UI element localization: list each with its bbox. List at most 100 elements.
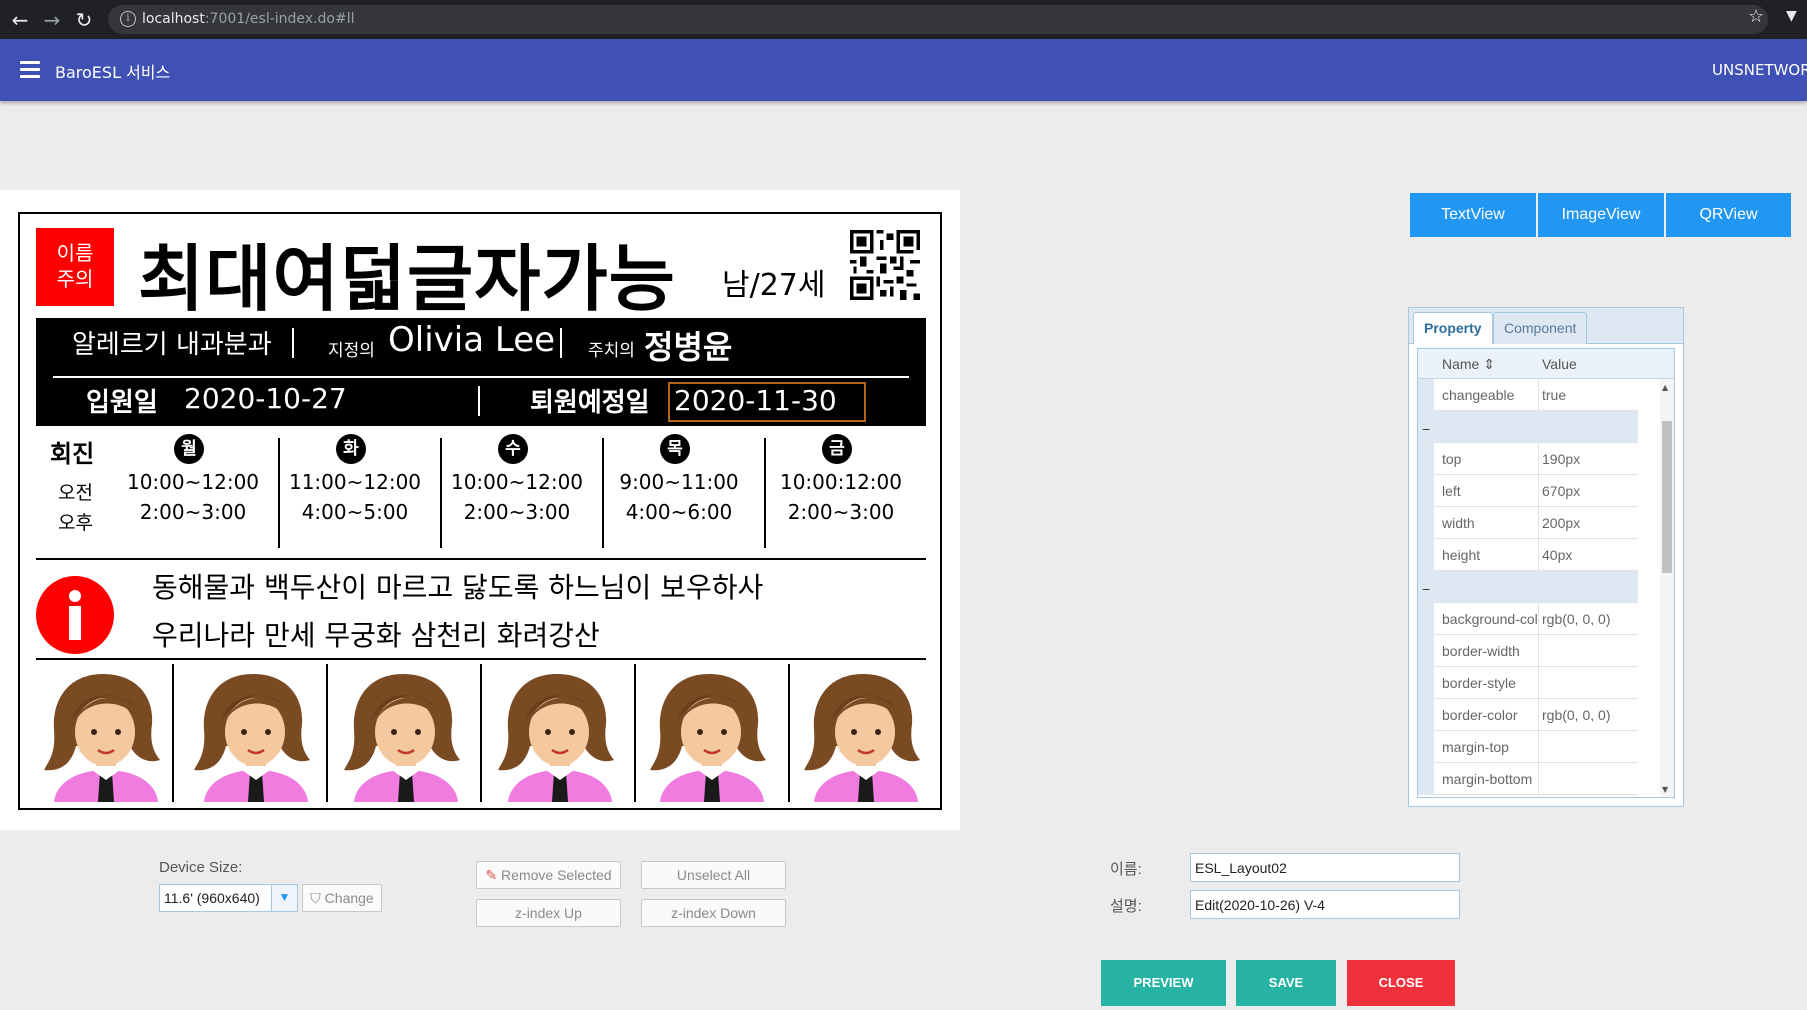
name-warning-badge[interactable]: 이름 주의 [36,228,114,306]
doctor-avatar[interactable] [188,666,318,802]
close-button[interactable]: CLOSE [1347,960,1455,1006]
preview-button[interactable]: PREVIEW [1101,960,1226,1006]
band-divider [292,328,294,358]
day-column[interactable]: 월 10:00~12:00 2:00~3:00 [112,434,274,544]
assigned-doctor[interactable]: Olivia Lee [388,320,555,360]
rounds-title[interactable]: 회진 [50,434,94,469]
bookmark-star-icon[interactable]: ☆ [1748,6,1764,27]
url-text: localhost:7001/esl-index.do#ll [142,11,355,27]
avatar-illustration [194,674,310,802]
property-name: background-col [1442,611,1538,627]
property-group-header[interactable]: − [1418,411,1638,443]
property-name: top [1442,451,1462,467]
property-group-header[interactable]: − [1418,571,1638,603]
eraser-icon: ✎ [485,867,498,883]
day-column[interactable]: 수 10:00~12:00 2:00~3:00 [436,434,598,544]
department[interactable]: 알레르기 내과분과 [72,324,272,361]
info-icon[interactable]: i [120,11,136,27]
z-index-down-button[interactable]: z-index Down [641,899,786,927]
z-index-up-button[interactable]: z-index Up [476,899,621,927]
property-row[interactable]: border-color rgb(0, 0, 0) [1418,699,1638,731]
gender-age[interactable]: 남/27세 [722,260,825,304]
qrview-button[interactable]: QRView [1666,193,1791,237]
property-value[interactable]: 40px [1542,547,1572,563]
property-value[interactable]: 670px [1542,483,1580,499]
day-pm-time: 2:00~3:00 [463,500,571,524]
scrollbar-thumb[interactable] [1662,421,1672,573]
panel-tabs: Property Component [1409,308,1683,344]
notice-line[interactable]: 우리나라 만세 무궁화 삼천리 화려강산 [152,614,600,654]
doctor-avatar[interactable] [338,666,468,802]
day-am-time: 10:00~12:00 [450,470,584,494]
property-value[interactable]: rgb(0, 0, 0) [1542,707,1610,723]
chevron-down-icon[interactable]: ▼ [1786,8,1797,24]
esl-label[interactable]: 이름 주의 최대여덟글자가능 남/27세 알레르기 내과분과 지정의 Olivi… [18,212,942,810]
notice-line[interactable]: 동해물과 백두산이 마르고 닳도록 하느님이 보우하사 [152,566,763,606]
doctor-avatar[interactable] [38,666,168,802]
save-button[interactable]: SAVE [1236,960,1336,1006]
collapse-icon[interactable]: − [1422,581,1430,597]
property-value[interactable]: true [1542,387,1566,403]
day-column[interactable]: 화 11:00~12:00 4:00~5:00 [274,434,436,544]
info-icon[interactable] [36,576,114,654]
patient-name[interactable]: 최대여덟글자가능 [138,220,676,325]
day-badge: 수 [498,434,528,464]
admission-date[interactable]: 2020-10-27 [184,382,347,415]
change-button[interactable]: ⛉ Change [302,884,382,912]
layout-name-input[interactable] [1190,853,1460,882]
discharge-date[interactable]: 2020-11-30 [674,384,837,417]
menu-icon[interactable] [20,61,40,78]
property-row[interactable]: width 200px [1418,507,1638,539]
scroll-down-icon[interactable]: ▼ [1662,785,1668,794]
property-row[interactable]: background-col rgb(0, 0, 0) [1418,603,1638,635]
unselect-all-button[interactable]: Unselect All [641,861,786,889]
scroll-up-icon[interactable]: ▲ [1662,383,1668,392]
doctor-avatar[interactable] [492,666,622,802]
doctor-info-band[interactable]: 알레르기 내과분과 지정의 Olivia Lee 주치의 정병윤 입원일 202… [36,318,926,426]
doctor-avatar[interactable] [644,666,774,802]
attending-doctor[interactable]: 정병윤 [644,322,732,368]
avatar-divider [480,664,482,802]
tab-property[interactable]: Property [1413,312,1493,344]
back-icon[interactable]: ← [8,8,32,32]
property-value[interactable]: 190px [1542,451,1580,467]
property-value[interactable]: rgb(0, 0, 0) [1542,611,1610,627]
imageview-button[interactable]: ImageView [1538,193,1664,237]
day-column[interactable]: 금 10:00:12:00 2:00~3:00 [760,434,922,544]
day-badge: 금 [822,434,852,464]
chevron-down-icon[interactable]: ▼ [271,885,297,911]
name-column-header[interactable]: Name ⇕ [1442,356,1495,373]
property-row[interactable]: top 190px [1418,443,1638,475]
am-label: 오전 [58,482,93,504]
day-am-time: 9:00~11:00 [619,470,739,494]
reload-icon[interactable]: ↻ [72,8,96,32]
day-column[interactable]: 목 9:00~11:00 4:00~6:00 [598,434,760,544]
property-value[interactable]: 200px [1542,515,1580,531]
property-row[interactable]: border-width [1418,635,1638,667]
tab-component[interactable]: Component [1493,312,1588,344]
day-badge: 목 [660,434,690,464]
layout-description-input[interactable] [1190,890,1460,919]
value-column-header[interactable]: Value [1542,356,1577,372]
collapse-icon[interactable]: − [1422,421,1430,437]
label-canvas[interactable]: 이름 주의 최대여덟글자가능 남/27세 알레르기 내과분과 지정의 Olivi… [0,190,960,830]
remove-selected-button[interactable]: ✎ Remove Selected [476,861,621,889]
user-name[interactable]: UNSNETWORK [1712,61,1807,79]
forward-icon[interactable]: → [40,8,64,32]
doctor-avatar[interactable] [798,666,928,802]
property-row[interactable]: left 670px [1418,475,1638,507]
property-row[interactable]: margin-bottom [1418,763,1638,795]
grid-header: Name ⇕ Value [1418,349,1674,379]
property-grid[interactable]: Name ⇕ Value changeable true − top 190px left… [1417,348,1675,798]
day-pm-time: 4:00~6:00 [625,500,733,524]
qr-code[interactable] [850,230,920,300]
property-row[interactable]: margin-top [1418,731,1638,763]
textview-button[interactable]: TextView [1410,193,1536,237]
address-bar[interactable]: i localhost:7001/esl-index.do#ll [108,5,1768,34]
property-row[interactable]: height 40px [1418,539,1638,571]
property-row[interactable]: border-style [1418,667,1638,699]
device-size-select[interactable]: 11.6' (960x640) ▼ [159,884,298,912]
name-label: 이름: [1110,861,1142,878]
property-row[interactable]: changeable true [1418,379,1638,411]
device-size-value: 11.6' (960x640) [164,890,260,906]
